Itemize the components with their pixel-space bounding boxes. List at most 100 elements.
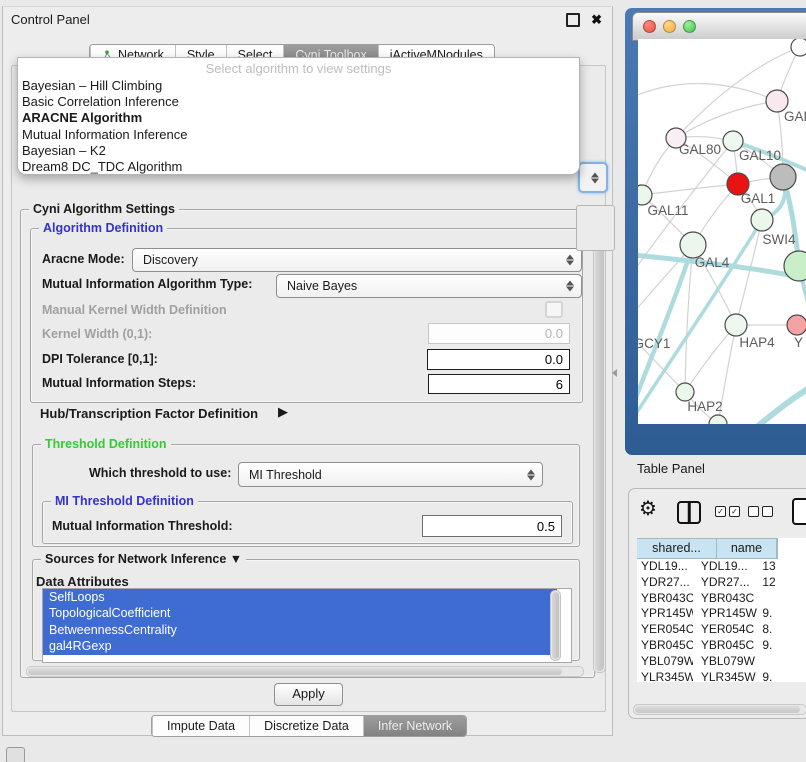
hidden-groupbox-fragment <box>576 205 615 251</box>
aracne-mode-value: Discovery <box>143 253 198 267</box>
cell-value <box>758 591 806 607</box>
table-panel-title: Table Panel <box>637 461 705 476</box>
table-row[interactable]: YBL079W YBL079W <box>637 654 806 670</box>
algorithm-options: Bayesian – Hill Climbing Basic Correlati… <box>21 78 576 175</box>
mi-steps-input[interactable] <box>428 374 570 394</box>
mi-algorithm-type-select[interactable]: Naive Bayes <box>276 274 582 298</box>
combo-stepper-icon <box>527 468 535 481</box>
attribute-item[interactable]: BetweennessCentrality <box>43 622 557 638</box>
unchecked-checkbox-icon <box>748 506 759 517</box>
checked-checkbox-icon: ✓ <box>729 506 740 517</box>
cell-value: 9. <box>758 670 806 682</box>
algorithm-option[interactable]: Bayesian – Hill Climbing <box>21 78 576 94</box>
settings-scrollbar[interactable] <box>593 211 606 673</box>
collapse-arrow-icon[interactable]: ▼ <box>230 552 242 566</box>
network-edge <box>642 184 738 195</box>
network-view-window: GALGAL80GAL10GAL1GAL11SWI4GAL4GCY1HAP4YH… <box>625 8 806 455</box>
attribute-item[interactable]: SelfLoops <box>43 589 557 605</box>
table-row[interactable]: YBR045C YBR045C 9. <box>637 638 806 654</box>
table-row[interactable]: YPR145W YPR145W 9. <box>637 606 806 622</box>
zoom-traffic-icon[interactable] <box>683 20 696 33</box>
network-node[interactable] <box>709 415 727 424</box>
columns-icon[interactable] <box>677 501 701 524</box>
settings-hscrollbar[interactable] <box>26 666 584 677</box>
table-hscrollbar[interactable] <box>633 704 806 715</box>
node-label: GAL11 <box>647 203 688 218</box>
cell-value: 9. <box>758 638 806 654</box>
algorithm-option[interactable]: Basic Correlation Inference <box>21 94 576 110</box>
close-icon[interactable]: ✖ <box>591 14 602 26</box>
gear-icon[interactable]: ⚙ <box>639 498 657 520</box>
popup-placeholder: Select algorithm to view settings <box>18 61 579 76</box>
node-label: HAP4 <box>739 335 775 350</box>
split-pane-collapse-icon[interactable] <box>612 369 617 377</box>
dpi-tolerance-label: DPI Tolerance [0,1]: <box>42 352 158 366</box>
table-row[interactable]: YLR345W YLR345W 9. <box>637 670 806 682</box>
node-label: GAL1 <box>741 191 776 206</box>
table-row[interactable]: YBR043C YBR043C <box>637 591 806 607</box>
kernel-width-input[interactable] <box>428 323 570 344</box>
attribute-item[interactable]: TopologicalCoefficient <box>43 605 557 621</box>
table-row[interactable]: YER054C YER054C 8. <box>637 622 806 638</box>
data-attributes-label: Data Attributes <box>36 574 129 589</box>
titlebar-buttons: ✖ <box>566 13 602 27</box>
attributes-list-scrollbar[interactable] <box>550 590 561 661</box>
node-label: Y <box>794 335 803 350</box>
group-title: Algorithm Definition <box>39 221 167 235</box>
column-header[interactable] <box>777 538 778 559</box>
column-header[interactable]: shared... <box>637 538 717 559</box>
algorithm-option[interactable]: Bayesian – K2 <box>21 143 576 159</box>
cell-value: 8. <box>758 622 806 638</box>
which-threshold-value: MI Threshold <box>249 468 322 482</box>
network-node-hap4[interactable] <box>725 314 747 336</box>
aracne-mode-select[interactable]: Discovery <box>132 248 582 272</box>
control-panel-title: Control Panel <box>11 12 90 27</box>
algorithm-option[interactable]: Mutual Information Inference <box>21 127 576 143</box>
select-all-icon[interactable]: ✓ ✓ <box>715 506 740 517</box>
network-canvas[interactable]: GALGAL80GAL10GAL1GAL11SWI4GAL4GCY1HAP4YH… <box>638 39 806 424</box>
table-headers: shared... name <box>637 538 806 559</box>
tab-label: Discretize Data <box>264 719 349 733</box>
select-none-icon[interactable] <box>748 506 773 517</box>
sources-title: Sources for Network Inference <box>45 552 226 566</box>
minimize-traffic-icon[interactable] <box>663 20 676 33</box>
node-label: GCY1 <box>638 336 670 351</box>
combo-stepper-icon <box>566 254 574 267</box>
apply-button[interactable]: Apply <box>274 683 343 706</box>
manual-kernel-checkbox[interactable] <box>545 301 563 318</box>
close-traffic-icon[interactable] <box>643 20 656 33</box>
mi-threshold-input[interactable] <box>422 515 562 537</box>
which-threshold-select[interactable]: MI Threshold <box>238 462 543 487</box>
network-node[interactable] <box>770 164 796 190</box>
panel-icon[interactable] <box>792 498 806 525</box>
algorithm-option[interactable]: Dream8 DC_TDC Algorithm <box>21 159 576 175</box>
cell-shared-name: YDR27... <box>637 575 693 591</box>
network-node-gal11[interactable] <box>638 185 652 205</box>
tab-label: Impute Data <box>167 719 235 733</box>
control-panel-titlebar: Control Panel ✖ <box>3 7 612 31</box>
hub-definition-label: Hub/Transcription Factor Definition <box>40 406 258 421</box>
network-window-titlebar[interactable] <box>632 12 806 41</box>
attribute-item[interactable]: gal4RGexp <box>43 638 557 654</box>
combo-stepper-icon <box>591 171 599 184</box>
bottom-tab[interactable]: Impute Data <box>152 716 249 736</box>
minimized-panel-icon[interactable] <box>6 747 25 762</box>
column-header[interactable]: name <box>717 538 777 559</box>
mi-steps-label: Mutual Information Steps: <box>42 376 196 390</box>
bottom-tab[interactable]: Discretize Data <box>249 716 363 736</box>
table-row[interactable]: YDL19... YDL19... 13 <box>637 559 806 575</box>
bottom-tab[interactable]: Infer Network <box>363 716 466 736</box>
unchecked-checkbox-icon <box>762 506 773 517</box>
dpi-tolerance-input[interactable] <box>427 349 570 370</box>
cell-shared-name: YLR345W <box>637 670 693 682</box>
cell-shared-name: YER054C <box>637 622 693 638</box>
float-panel-icon[interactable] <box>566 13 580 27</box>
network-node[interactable] <box>791 39 806 56</box>
expand-arrow-icon[interactable]: ▶ <box>278 404 288 420</box>
cell-value: 12 <box>758 575 806 591</box>
network-node-swi4[interactable] <box>751 209 773 231</box>
table-row[interactable]: YDR27... YDR27... 12 <box>637 575 806 591</box>
cell-name: YPR145W <box>693 606 758 622</box>
algorithm-option[interactable]: ARACNE Algorithm <box>21 110 576 126</box>
network-node-y[interactable] <box>787 315 806 335</box>
